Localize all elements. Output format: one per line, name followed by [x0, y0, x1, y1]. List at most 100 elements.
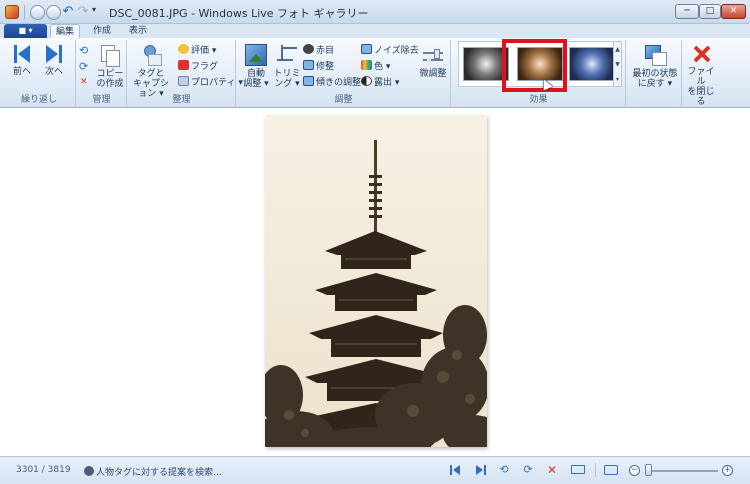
noise-icon [361, 44, 372, 54]
redeye-label: 赤目 [316, 46, 335, 56]
copy-label: コピーの作成 [96, 69, 124, 89]
rating-label: 評価 ▾ [191, 46, 217, 56]
info-icon [84, 466, 94, 476]
back-icon[interactable] [30, 5, 45, 20]
next-icon [44, 44, 64, 64]
status-rotate-left-icon[interactable]: ⟲ [497, 464, 511, 476]
flag-button[interactable]: フラグ [178, 60, 218, 73]
status-bar: 3301 / 3819 人物タグに対する提案を検索... ⟲ ⟳ ✕ − + [0, 456, 750, 484]
straighten-button[interactable]: 傾きの調整 [303, 76, 361, 89]
retouch-label: 修整 [316, 62, 335, 72]
group-organize: タグと キャプション ▾ 評価 ▾ フラグ プロパティ ▾ 整理 [128, 40, 243, 106]
previous-icon [12, 44, 32, 64]
photo-image[interactable] [265, 115, 487, 447]
color-icon [361, 60, 372, 70]
status-prev-icon[interactable] [449, 464, 463, 476]
status-delete-icon[interactable]: ✕ [545, 464, 559, 476]
status-next-icon[interactable] [473, 464, 487, 476]
close-file-icon [691, 44, 711, 64]
exposure-icon [361, 76, 372, 86]
slideshow-icon[interactable] [571, 465, 585, 474]
exposure-button[interactable]: 露出 ▾ [361, 76, 399, 89]
rotate-right-icon[interactable]: ⟳ [79, 60, 88, 73]
minimize-icon: ─ [684, 6, 690, 16]
zoom-out-icon[interactable]: − [629, 465, 640, 476]
file-menu-button[interactable]: ■ ▾ [4, 24, 47, 38]
close-window-button[interactable]: ✕ [721, 4, 746, 19]
fit-to-window-icon[interactable] [604, 465, 618, 475]
pagoda-illustration [265, 115, 487, 447]
next-label: 次へ [44, 67, 63, 77]
next-button[interactable]: 次へ [41, 44, 67, 77]
window-title: DSC_0081.JPG - Windows Live フォト ギャラリー [109, 7, 369, 20]
group-label-manage: 管理 [92, 95, 111, 105]
delete-icon[interactable]: ✕ [80, 76, 88, 89]
tab-create[interactable]: 作成 [88, 24, 116, 38]
title-bar: ↶ ↷ ▾ DSC_0081.JPG - Windows Live フォト ギャ… [0, 0, 750, 24]
close-file-label: ファイル を閉じる [687, 67, 715, 107]
group-revert: 最初の状態 に戻す ▾ [627, 40, 682, 106]
gallery-scroll[interactable]: ▲ ▼ ▾ [613, 41, 622, 87]
group-navigate: 前へ 次へ 繰り返し [3, 40, 76, 106]
color-button[interactable]: 色 ▾ [361, 60, 390, 73]
group-manage: ⟲ ⟳ ✕ コピーの作成 管理 [77, 40, 127, 106]
prev-label: 前へ [12, 67, 31, 77]
tab-edit[interactable]: 編集 [50, 24, 80, 38]
undo-icon[interactable]: ↶ [60, 4, 76, 20]
close-icon: ✕ [729, 6, 738, 16]
revert-label: 最初の状態 に戻す ▾ [632, 69, 678, 89]
fine-tune-label: 微調整 [419, 69, 447, 79]
status-rotate-right-icon[interactable]: ⟳ [521, 464, 535, 476]
quick-access-separator [24, 5, 25, 19]
fine-tune-button[interactable]: 微調整 [417, 44, 449, 79]
properties-icon [178, 76, 189, 86]
rotate-left-icon[interactable]: ⟲ [79, 44, 88, 57]
prev-button[interactable]: 前へ [9, 44, 35, 77]
star-icon [178, 44, 189, 54]
photo-position: 3301 / 3819 [16, 465, 71, 475]
flag-label: フラグ [191, 62, 219, 72]
copy-icon [100, 44, 120, 67]
straighten-label: 傾きの調整 [316, 78, 362, 88]
crop-button[interactable]: トリミ ング ▾ [273, 44, 301, 89]
retouch-icon [303, 60, 314, 70]
group-label-navigate: 繰り返し [20, 95, 57, 105]
zoom-slider-track[interactable] [646, 470, 718, 472]
retouch-button[interactable]: 修整 [303, 60, 334, 73]
quick-access-dropdown-icon[interactable]: ▾ [92, 5, 96, 14]
forward-icon[interactable] [46, 5, 61, 20]
photo-viewer [0, 109, 750, 456]
properties-button[interactable]: プロパティ ▾ [178, 76, 243, 89]
group-label-organize: 整理 [172, 95, 191, 105]
effect-cyan-thumbnail[interactable] [569, 47, 615, 81]
exposure-label: 露出 ▾ [374, 78, 400, 88]
close-file-button[interactable]: ファイル を閉じる [684, 44, 718, 107]
people-tag-suggestion-link[interactable]: 人物タグに対する提案を検索... [96, 465, 222, 478]
redeye-button[interactable]: 赤目 [303, 44, 334, 57]
minimize-button[interactable]: ─ [675, 4, 699, 19]
color-label: 色 ▾ [374, 62, 391, 72]
eye-icon [303, 44, 314, 54]
maximize-button[interactable]: □ [699, 4, 721, 19]
tag-caption-button[interactable]: タグと キャプション ▾ [130, 44, 172, 99]
noise-reduction-button[interactable]: ノイズ除去 [361, 44, 419, 57]
zoom-slider-thumb[interactable] [645, 464, 652, 476]
auto-adjust-label: 自動 調整 ▾ [243, 69, 269, 89]
ribbon: 前へ 次へ 繰り返し ⟲ ⟳ ✕ コピーの作成 管理 タグと キャプション ▾ 評… [0, 38, 750, 108]
rating-button[interactable]: 評価 ▾ [178, 44, 216, 57]
revert-button[interactable]: 最初の状態 に戻す ▾ [629, 44, 681, 89]
status-separator [595, 463, 596, 477]
auto-adjust-button[interactable]: 自動 調整 ▾ [241, 44, 271, 89]
app-icon[interactable] [5, 5, 19, 19]
group-label-adjust: 調整 [334, 95, 353, 105]
fine-tune-icon [422, 48, 444, 66]
tab-view[interactable]: 表示 [124, 24, 152, 38]
copy-button[interactable]: コピーの作成 [94, 44, 126, 89]
redo-icon[interactable]: ↷ [75, 4, 91, 20]
selected-effect-highlight [502, 39, 567, 92]
revert-icon [644, 44, 667, 66]
straighten-icon [303, 76, 314, 86]
group-close-file: ファイル を閉じる [683, 40, 719, 107]
flag-icon [178, 60, 189, 70]
zoom-in-icon[interactable]: + [722, 465, 733, 476]
